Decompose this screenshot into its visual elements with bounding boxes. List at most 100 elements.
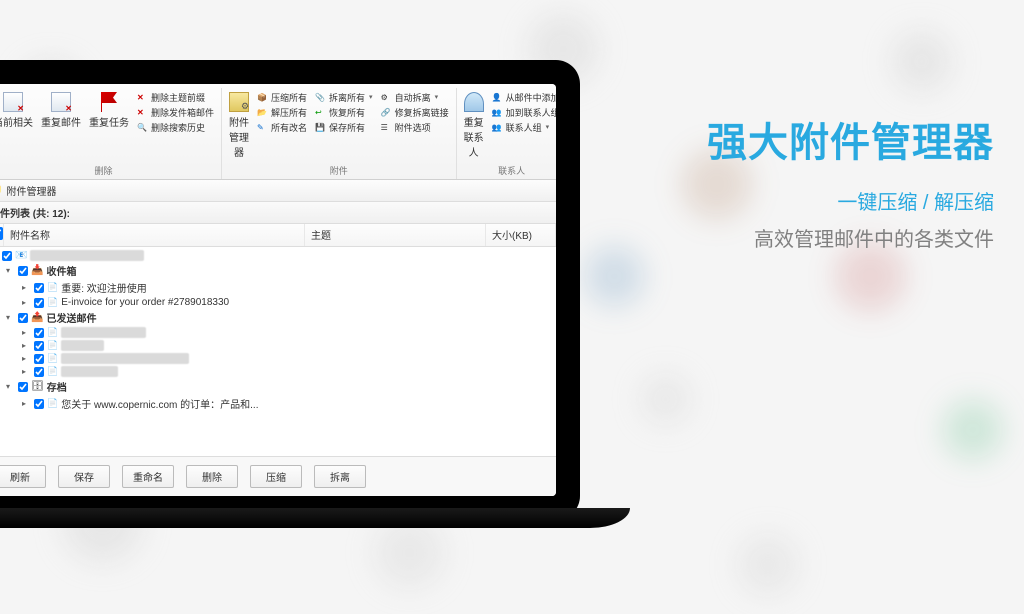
row-checkbox[interactable]	[34, 341, 44, 351]
archive-icon	[31, 381, 44, 392]
btn-delete[interactable]: 删除	[186, 465, 238, 488]
tree-item[interactable]: ▸ ██████	[0, 339, 556, 352]
btn-rename[interactable]: 重命名	[122, 465, 174, 488]
tree-folder-sent[interactable]: ▾ 已发送邮件	[0, 309, 556, 326]
tree-item[interactable]: ▸ 您关于 www.copernic.com 的订单：产品和...	[0, 395, 556, 412]
expander-icon[interactable]: ▾	[6, 266, 15, 275]
btn-save[interactable]: 保存	[58, 465, 110, 488]
label: 重复邮件	[41, 114, 81, 129]
message-icon	[47, 398, 58, 409]
account-name-blurred: ████████████████	[30, 250, 143, 261]
attachment-count: 12	[52, 209, 63, 220]
btn-detach[interactable]: 拆离	[314, 465, 366, 488]
label: 重复 联系人	[464, 114, 484, 159]
row-checkbox[interactable]	[18, 382, 28, 392]
expander-icon[interactable]: ▸	[22, 354, 31, 363]
label: 从邮件中添加	[506, 91, 556, 104]
dup-contact-icon	[464, 92, 484, 112]
btn-refresh[interactable]: 刷新	[0, 465, 46, 488]
expander-icon[interactable]: ▾	[6, 382, 15, 391]
row-checkbox[interactable]	[34, 328, 44, 338]
restore-icon	[315, 107, 326, 118]
btn-compress[interactable]: 压缩	[250, 465, 302, 488]
tree-folder-archive[interactable]: ▾ 存档	[0, 378, 556, 395]
btn-save-all[interactable]: 保存所有	[312, 120, 376, 134]
inbox-icon	[31, 265, 43, 276]
label: 当前相关	[0, 114, 33, 129]
expander-icon[interactable]: ▸	[22, 298, 31, 307]
row-checkbox[interactable]	[18, 266, 28, 276]
col-name[interactable]: 附件名称	[4, 224, 305, 246]
btn-current-related[interactable]: 当前相关	[0, 90, 36, 131]
btn-del-sender-mail[interactable]: 删除发件箱邮件	[134, 105, 217, 119]
laptop-frame: 当前相关 重复邮件 重复任务 删除主题前缀	[0, 60, 580, 520]
col-subject[interactable]: 主题	[305, 224, 486, 246]
tree-item[interactable]: ▸ ████████	[0, 365, 556, 378]
expander-icon[interactable]: ▸	[22, 328, 31, 337]
attachment-tree[interactable]: ▾ ████████████████ ▾ 收件箱 ▸ 重要: 欢迎注册使用	[0, 247, 556, 456]
btn-dup-task[interactable]: 重复任务	[86, 90, 132, 131]
action-button-row: 刷新 保存 重命名 删除 压缩 拆离	[0, 456, 556, 496]
btn-attach-options[interactable]: 附件选项	[378, 120, 452, 134]
detach-icon	[315, 92, 326, 103]
row-checkbox[interactable]	[34, 283, 44, 293]
window-title-bar: 附件管理器	[0, 180, 556, 202]
red-x-icon	[137, 92, 148, 103]
expander-icon[interactable]: ▸	[22, 399, 31, 408]
expander-icon[interactable]: ▸	[22, 283, 31, 292]
col-size[interactable]: 大小(KB)	[486, 224, 556, 246]
item-blurred: ██████	[61, 340, 104, 351]
tree-item[interactable]: ▸ E-invoice for your order #2789018330	[0, 296, 556, 309]
tree-root[interactable]: ▾ ████████████████	[0, 249, 556, 262]
row-checkbox[interactable]	[34, 298, 44, 308]
btn-decompress-all[interactable]: 解压所有	[254, 105, 310, 119]
btn-rename-all[interactable]: 所有改名	[254, 120, 310, 134]
list-header: 附件列表 (共: 12):	[0, 202, 556, 224]
promo-subtitle-2: 高效管理邮件中的各类文件	[707, 223, 994, 252]
label: 删除发件箱邮件	[151, 106, 214, 119]
btn-attachment-manager[interactable]: 附件 管理器	[226, 90, 252, 161]
ribbon-toolbar: 当前相关 重复邮件 重复任务 删除主题前缀	[0, 84, 556, 180]
row-checkbox[interactable]	[34, 399, 44, 409]
row-checkbox[interactable]	[2, 251, 12, 261]
label: 加到联系人组	[506, 106, 556, 119]
tree-item[interactable]: ▸ ██████████████████	[0, 352, 556, 365]
btn-restore-all[interactable]: 恢复所有	[312, 105, 376, 119]
expander-icon[interactable]: ▾	[6, 313, 15, 322]
btn-del-search-history[interactable]: 删除搜索历史	[134, 120, 217, 134]
label: 恢复所有	[329, 106, 365, 119]
tree-item[interactable]: ▸ 重要: 欢迎注册使用	[0, 279, 556, 296]
expander-icon[interactable]: ▸	[22, 341, 31, 350]
btn-contact-groups[interactable]: 联系人组▾	[489, 120, 556, 134]
tree-item[interactable]: ▸ ████████████	[0, 326, 556, 339]
btn-del-subject-prefix[interactable]: 删除主题前缀	[134, 90, 217, 104]
btn-fix-detach-link[interactable]: 修复拆离链接	[378, 105, 452, 119]
row-checkbox[interactable]	[18, 313, 28, 323]
message-icon	[47, 327, 58, 338]
ribbon-group-attachment: 附件 管理器 压缩所有 解压所有 所有改名 拆离所有▾ 恢复所有 保存所有 自动…	[222, 88, 457, 179]
label: 联系人组	[506, 121, 542, 134]
promo-subtitle-1: 一键压缩 / 解压缩	[707, 186, 994, 215]
btn-add-to-group[interactable]: 加到联系人组	[489, 105, 556, 119]
btn-detach-all[interactable]: 拆离所有▾	[312, 90, 376, 104]
window-title-text: 附件管理器	[6, 183, 56, 198]
btn-compress-all[interactable]: 压缩所有	[254, 90, 310, 104]
label: 删除主题前缀	[151, 91, 205, 104]
item-label: 重要: 欢迎注册使用	[61, 280, 147, 295]
label: 附件选项	[395, 121, 431, 134]
btn-auto-detach[interactable]: 自动拆离▾	[378, 90, 452, 104]
attach-mgr-icon	[229, 92, 249, 112]
chevron-down-icon: ▾	[369, 93, 373, 101]
btn-add-from-mail[interactable]: 从邮件中添加	[489, 90, 556, 104]
link-icon	[381, 107, 392, 118]
group-label-attachment: 附件	[226, 164, 452, 177]
row-checkbox[interactable]	[34, 367, 44, 377]
expander-icon[interactable]: ▸	[22, 367, 31, 376]
row-checkbox[interactable]	[34, 354, 44, 364]
tree-folder-inbox[interactable]: ▾ 收件箱	[0, 262, 556, 279]
mail-account-icon	[15, 250, 27, 261]
btn-dup-mail[interactable]: 重复邮件	[38, 90, 84, 131]
btn-dup-contacts[interactable]: 重复 联系人	[461, 90, 487, 161]
ribbon-group-contacts: 重复 联系人 从邮件中添加 加到联系人组 联系人组▾ 联系人	[457, 88, 556, 179]
label: 解压所有	[271, 106, 307, 119]
